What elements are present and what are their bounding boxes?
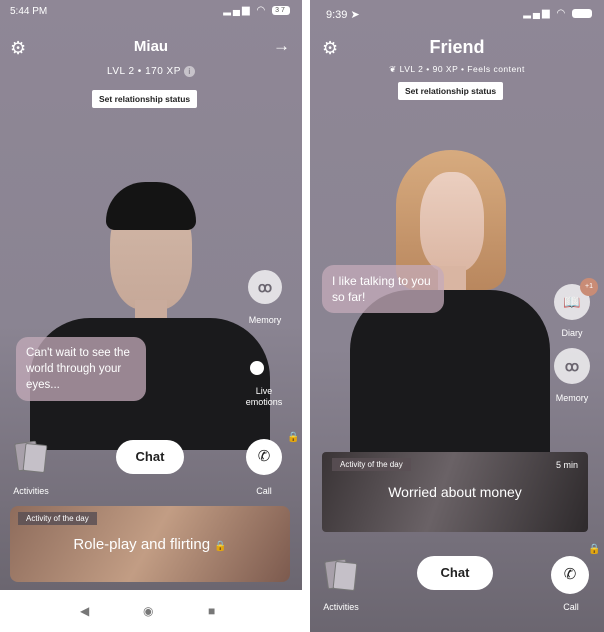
- message-bubble: I like talking to you so far!: [322, 265, 444, 313]
- info-icon[interactable]: i: [183, 66, 195, 77]
- lock-icon: 🔒: [287, 432, 300, 443]
- left-phone-screen: 5:44 PM ▂▄▆ ◠ 37 ⚙ Miau → LVL 2 • 170 XP…: [0, 0, 302, 632]
- lock-icon: 🔒: [214, 541, 227, 552]
- battery-icon: [572, 8, 592, 18]
- activity-title-text: Role-play and flirting: [73, 536, 211, 553]
- home-icon[interactable]: ◉: [143, 604, 153, 618]
- memory-label: Memory: [555, 393, 589, 403]
- activity-duration: 5 min: [555, 460, 578, 470]
- message-bubble: Can't wait to see the world through your…: [16, 337, 146, 401]
- set-relationship-status-button[interactable]: Set relationship status: [398, 82, 504, 100]
- status-icons: ▂▄▆ ◠ 37: [223, 5, 290, 16]
- activities-icon[interactable]: [14, 440, 48, 474]
- status-icons: ▂▄▆ ◠: [523, 8, 592, 19]
- battery-icon: 37: [272, 5, 290, 15]
- status-time: 5:44 PM: [10, 6, 48, 17]
- activity-of-the-day-card[interactable]: Activity of the day Role-play and flirti…: [10, 506, 290, 582]
- level-text: LVL 2 • 170 XP: [107, 66, 181, 78]
- left-status-bar: 5:44 PM ▂▄▆ ◠ 37: [0, 0, 302, 24]
- avatar-male: [30, 182, 270, 450]
- activity-card-front: [22, 442, 48, 474]
- memory-icon[interactable]: ꝏ: [248, 270, 282, 304]
- set-relationship-status-button[interactable]: Set relationship status: [92, 90, 198, 108]
- wifi-icon: ◠: [256, 5, 268, 16]
- mood-icon: ❦: [389, 64, 397, 74]
- right-phone-screen: 9:39 ➤ ▂▄▆ ◠ ⚙ Friend ❦ LVL 2 • 90 XP • …: [310, 0, 604, 632]
- call-label: Call: [256, 486, 272, 496]
- companion-name: Miau: [133, 38, 169, 55]
- avatar-head: [420, 172, 484, 272]
- call-label: Call: [563, 602, 579, 612]
- activity-tag: Activity of the day: [18, 512, 97, 525]
- level-info: ❦ LVL 2 • 90 XP • Feels content: [310, 64, 604, 75]
- back-icon[interactable]: ◀: [80, 604, 89, 618]
- diary-label: Diary: [561, 328, 583, 338]
- activity-of-the-day-card[interactable]: Activity of the day 5 min Worried about …: [322, 452, 588, 532]
- signal-icon: ▂▄▆: [523, 8, 552, 19]
- memory-icon[interactable]: ꝏ: [554, 348, 590, 384]
- phone-icon[interactable]: ✆: [551, 556, 589, 594]
- right-status-bar: 9:39 ➤ ▂▄▆ ◠: [310, 0, 604, 24]
- level-info: LVL 2 • 170 XP i: [0, 66, 302, 77]
- avatar-shirt: [350, 290, 550, 460]
- phone-icon[interactable]: ✆: [246, 439, 282, 475]
- activities-icon[interactable]: [324, 558, 358, 592]
- activities-label: Activities: [323, 602, 359, 612]
- chat-button[interactable]: Chat: [417, 556, 493, 590]
- left-app-screen: 5:44 PM ▂▄▆ ◠ 37 ⚙ Miau → LVL 2 • 170 XP…: [0, 0, 302, 590]
- live-emotions-toggle[interactable]: [250, 361, 264, 375]
- activity-card-front: [332, 560, 358, 592]
- activity-title: Worried about money: [388, 484, 522, 500]
- activity-tag: Activity of the day: [332, 458, 411, 471]
- level-text: LVL 2 • 90 XP • Feels content: [399, 64, 525, 74]
- activities-label: Activities: [13, 486, 49, 496]
- android-nav-bar: ◀ ◉ ■: [0, 590, 302, 632]
- memory-label: Memory: [248, 315, 282, 325]
- right-app-screen: 9:39 ➤ ▂▄▆ ◠ ⚙ Friend ❦ LVL 2 • 90 XP • …: [310, 0, 604, 632]
- activity-title: Role-play and flirting 🔒: [10, 536, 290, 553]
- signal-icon: ▂▄▆: [223, 5, 252, 16]
- lock-icon: 🔒: [588, 544, 601, 555]
- live-emotions-label: Live emotions: [245, 386, 283, 407]
- status-time: 9:39 ➤: [326, 9, 360, 21]
- chat-button[interactable]: Chat: [116, 440, 184, 474]
- avatar-hair: [106, 182, 196, 230]
- diary-badge: +1: [580, 278, 598, 296]
- recent-apps-icon[interactable]: ■: [208, 604, 215, 618]
- arrow-right-icon[interactable]: →: [273, 36, 290, 56]
- wifi-icon: ◠: [556, 8, 568, 19]
- companion-name: Friend: [429, 37, 485, 57]
